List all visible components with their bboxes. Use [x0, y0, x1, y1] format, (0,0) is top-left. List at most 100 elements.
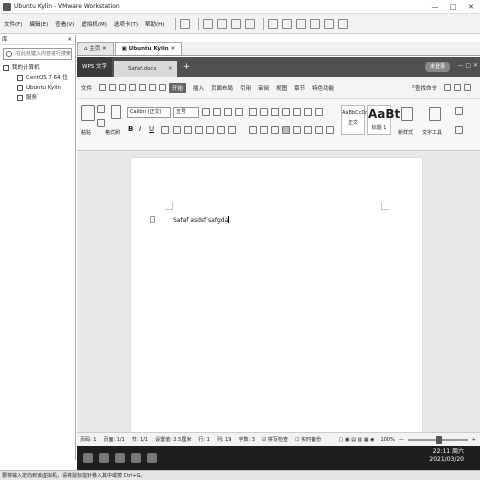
status-page-number[interactable]: 页码: 1	[80, 433, 96, 446]
show-marks-icon[interactable]	[304, 108, 312, 116]
justify-icon[interactable]	[282, 126, 290, 134]
subscript-icon[interactable]	[184, 126, 192, 134]
select-icon[interactable]	[455, 126, 463, 134]
stretch-view-icon[interactable]	[338, 18, 349, 29]
text-effect-icon[interactable]	[195, 126, 203, 134]
new-icon[interactable]	[99, 84, 107, 91]
unity-icon[interactable]	[310, 18, 321, 29]
tab-section[interactable]: 章节	[294, 84, 305, 92]
highlight-icon[interactable]	[206, 126, 214, 134]
increase-indent-icon[interactable]	[282, 108, 290, 116]
decrease-indent-icon[interactable]	[271, 108, 279, 116]
document-page[interactable]: Safaf asdsf safgda	[130, 157, 423, 433]
numbering-icon[interactable]	[260, 108, 268, 116]
zoom-slider[interactable]	[407, 435, 468, 444]
menu-edit[interactable]: 编辑(E)	[29, 20, 48, 28]
paste-icon[interactable]	[81, 105, 95, 121]
line-spacing-icon[interactable]	[304, 126, 312, 134]
tree-item-my-computer[interactable]: 我的计算机	[0, 63, 75, 73]
manage-snapshots-icon[interactable]	[245, 18, 256, 29]
wps-window-controls[interactable]: — □ ✕	[457, 62, 478, 69]
new-tab-button[interactable]: +	[177, 57, 197, 77]
tab-special[interactable]: 特色功能	[312, 84, 334, 92]
borders-icon[interactable]	[326, 126, 334, 134]
tab-insert[interactable]: 插入	[193, 84, 204, 92]
tab-review[interactable]: 审阅	[258, 84, 269, 92]
maximize-button[interactable]: □	[444, 0, 462, 14]
tab-home[interactable]: ⌂ 主页 ✕	[77, 42, 114, 55]
tree-item-ubuntu-kylin[interactable]: Ubuntu Kylin	[0, 83, 75, 93]
library-search-input[interactable]: 在此处键入内容进行搜索	[3, 48, 72, 60]
align-center-icon[interactable]	[260, 126, 268, 134]
console-view-icon[interactable]	[324, 18, 335, 29]
collapse-ribbon-icon[interactable]	[464, 84, 471, 91]
spell-check-toggle[interactable]: ☑ 拼写检查	[262, 433, 288, 446]
help-icon[interactable]	[454, 84, 461, 91]
wps-taskbar-icon[interactable]	[131, 453, 141, 463]
zoom-level[interactable]: 100%	[381, 433, 395, 447]
print-preview-icon[interactable]	[139, 84, 147, 91]
font-name-select[interactable]: Calibri (正文)	[127, 107, 171, 118]
font-size-select[interactable]: 五号	[173, 107, 199, 118]
close-button[interactable]: ✕	[462, 0, 480, 14]
save-icon[interactable]	[119, 84, 127, 91]
status-words[interactable]: 字数: 3	[238, 433, 254, 446]
menu-vm[interactable]: 虚拟机(M)	[81, 20, 107, 28]
zoom-in-button[interactable]: +	[472, 433, 476, 447]
view-mode-icons[interactable]: ▢ ▣ ▤ ▥ ▦ ◉	[339, 433, 375, 447]
wps-document-tab[interactable]: Safaf.docx ✕	[114, 61, 177, 77]
menu-file-wps[interactable]: 文件	[81, 84, 92, 92]
menu-file[interactable]: 文件(F)	[4, 20, 22, 28]
file-manager-icon[interactable]	[99, 453, 109, 463]
italic-button[interactable]: I	[139, 125, 141, 133]
start-menu-icon[interactable]	[83, 453, 93, 463]
close-doc-icon[interactable]: ✕	[168, 61, 173, 77]
strikethrough-icon[interactable]	[161, 126, 169, 134]
sidebar-toggle-icon[interactable]	[268, 18, 279, 29]
tree-item-server[interactable]: 服务	[0, 93, 75, 103]
shading-icon[interactable]	[315, 126, 323, 134]
find-replace-icon[interactable]	[455, 107, 463, 115]
library-close-icon[interactable]: ✕	[67, 35, 72, 45]
zoom-slider-knob[interactable]	[435, 435, 442, 444]
font-color-icon[interactable]	[217, 126, 225, 134]
tree-item-centos[interactable]: CentOS 7 64 位	[0, 73, 75, 83]
paragraph-handle-icon[interactable]	[150, 216, 155, 223]
table-icon[interactable]	[315, 108, 323, 116]
superscript-icon[interactable]	[173, 126, 181, 134]
underline-button[interactable]: U	[149, 125, 154, 133]
search-command[interactable]: 查找命令	[415, 84, 437, 92]
status-pages[interactable]: 页面: 1/1	[103, 433, 124, 446]
grow-font-icon[interactable]	[202, 108, 210, 116]
fullscreen-icon[interactable]	[296, 18, 307, 29]
bullets-icon[interactable]	[249, 108, 257, 116]
distributed-icon[interactable]	[293, 126, 301, 134]
backup-toggle[interactable]: ☐ 实时备份	[295, 433, 321, 446]
format-painter-icon[interactable]	[111, 105, 121, 119]
login-button[interactable]: 未登录	[424, 62, 450, 72]
settings-icon[interactable]	[444, 84, 451, 91]
shrink-font-icon[interactable]	[213, 108, 221, 116]
undo-icon[interactable]	[149, 84, 157, 91]
tab-references[interactable]: 引用	[240, 84, 251, 92]
zoom-out-button[interactable]: —	[399, 433, 404, 447]
phonetic-guide-icon[interactable]	[235, 108, 243, 116]
align-right-icon[interactable]	[271, 126, 279, 134]
style-normal[interactable]: AaBbCcDd 正文	[341, 105, 368, 135]
new-style-icon[interactable]	[401, 107, 413, 121]
align-left-icon[interactable]	[249, 126, 257, 134]
text-tools-icon[interactable]	[429, 107, 441, 121]
clear-format-icon[interactable]	[224, 108, 232, 116]
document-text[interactable]: Safaf asdsf safgda	[173, 216, 230, 224]
tab-home-ribbon[interactable]: 开始	[169, 82, 187, 93]
cut-icon[interactable]	[97, 105, 105, 113]
tab-ubuntu-kylin[interactable]: ▣ Ubuntu Kylin ✕	[114, 42, 183, 55]
menu-help[interactable]: 帮助(H)	[145, 20, 164, 28]
snapshot-icon[interactable]	[203, 18, 214, 29]
taskbar-clock[interactable]: 22:11 周六 2021/03/20	[429, 448, 464, 464]
snapshot-manager-icon[interactable]	[231, 18, 242, 29]
new-style-label[interactable]: 新样式	[398, 129, 413, 136]
print-icon[interactable]	[129, 84, 137, 91]
pause-icon[interactable]	[180, 18, 191, 29]
tab-view[interactable]: 视图	[276, 84, 287, 92]
